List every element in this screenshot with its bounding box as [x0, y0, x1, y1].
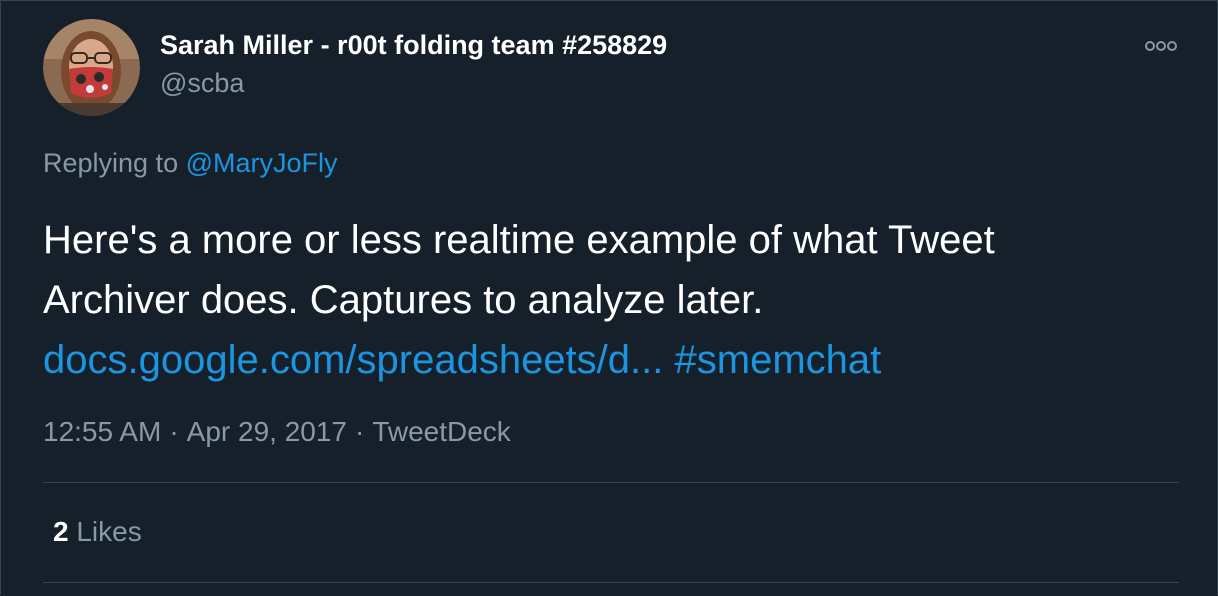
tweet-time[interactable]: 12:55 AM	[43, 416, 161, 447]
likes-label: Likes	[76, 516, 142, 547]
tweet-text-line: Archiver does. Captures to analyze later…	[43, 278, 764, 322]
tweet-links-line: docs.google.com/spreadsheets/d... #smemc…	[43, 330, 1163, 390]
meta-separator: ·	[169, 416, 179, 447]
tweet-card: Sarah Miller - r00t folding team #258829…	[0, 0, 1218, 596]
replying-to: Replying to @MaryJoFly	[43, 148, 338, 179]
tweet-date[interactable]: Apr 29, 2017	[187, 416, 347, 447]
avatar[interactable]	[43, 19, 140, 116]
tweet-url-link[interactable]: docs.google.com/spreadsheets/d...	[43, 338, 663, 382]
divider	[43, 582, 1179, 583]
replying-to-mention[interactable]: @MaryJoFly	[186, 148, 338, 178]
tweet-text: Here's a more or less realtime example o…	[43, 210, 1163, 390]
more-options-button[interactable]	[1138, 30, 1184, 62]
replying-to-label: Replying to	[43, 148, 179, 178]
divider	[43, 482, 1179, 483]
more-horizontal-icon	[1145, 41, 1177, 51]
profile-photo-icon	[43, 19, 140, 116]
meta-separator: ·	[354, 416, 365, 447]
author-display-name[interactable]: Sarah Miller - r00t folding team #258829	[160, 30, 667, 61]
author-handle[interactable]: @scba	[160, 68, 244, 99]
likes-stat[interactable]: 2 Likes	[53, 516, 142, 548]
tweet-text-line: Here's a more or less realtime example o…	[43, 218, 995, 262]
likes-count: 2	[53, 516, 69, 547]
tweet-source[interactable]: TweetDeck	[372, 416, 511, 447]
hashtag-link[interactable]: #smemchat	[675, 338, 882, 382]
tweet-metadata: 12:55 AM · Apr 29, 2017 · TweetDeck	[43, 416, 511, 448]
